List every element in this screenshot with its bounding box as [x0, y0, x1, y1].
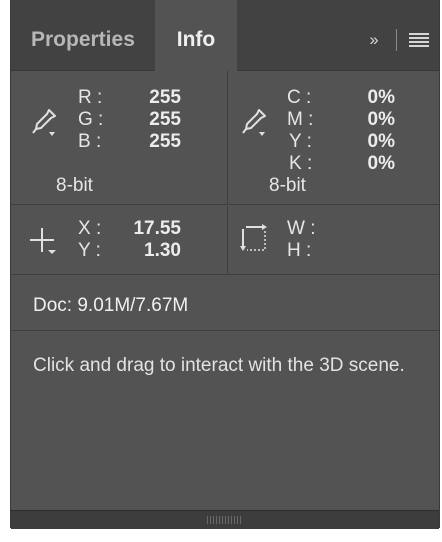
resize-grip-icon[interactable]: [207, 516, 243, 524]
tab-info[interactable]: Info: [155, 0, 237, 71]
position-readout-section: X : Y : 17.55 1.30 W : H :: [11, 206, 439, 274]
h-label: H :: [287, 240, 312, 261]
eyedropper-icon[interactable]: [29, 107, 59, 137]
crosshair-icon[interactable]: [29, 226, 59, 256]
color-readout-section: R : G : B : 255 255 255 8-bit C : M : Y …: [11, 71, 439, 204]
b-value: 255: [149, 131, 181, 152]
document-size: Doc: 9.01M/7.67M: [33, 295, 189, 316]
tool-hint: Click and drag to interact with the 3D s…: [33, 355, 405, 376]
b-label: B :: [78, 131, 102, 152]
toolbar-divider: [396, 29, 397, 51]
k-label: K :: [289, 153, 313, 174]
y-position-value: 1.30: [144, 240, 181, 261]
panel-controls: ››: [362, 28, 429, 52]
column-divider: [227, 206, 228, 274]
divider: [11, 274, 439, 275]
m-value: 0%: [367, 109, 395, 130]
eyedropper-icon-cmyk[interactable]: [239, 107, 269, 137]
k-value: 0%: [367, 153, 395, 174]
x-value: 17.55: [133, 218, 181, 239]
column-divider: [227, 71, 228, 204]
divider: [11, 330, 439, 331]
r-value: 255: [149, 87, 181, 108]
resize-bar[interactable]: [11, 510, 439, 529]
double-chevron-right-icon[interactable]: ››: [362, 30, 384, 50]
r-label: R :: [78, 87, 103, 108]
rgb-bit-depth[interactable]: 8-bit: [56, 175, 93, 197]
g-value: 255: [149, 109, 181, 130]
x-label: X :: [78, 218, 102, 239]
hamburger-menu-icon[interactable]: [409, 33, 429, 47]
m-label: M :: [287, 109, 314, 130]
cmyk-bit-depth[interactable]: 8-bit: [269, 175, 306, 197]
w-label: W :: [287, 218, 316, 239]
y-label: Y :: [289, 131, 312, 152]
selection-size-icon: [240, 224, 267, 251]
tab-properties[interactable]: Properties: [31, 0, 155, 70]
info-panel: Properties Info ›› R : G : B : 255 255 2…: [10, 0, 440, 529]
divider: [11, 204, 439, 205]
y-value: 0%: [367, 131, 395, 152]
g-label: G :: [78, 109, 104, 130]
c-label: C :: [287, 87, 312, 108]
panel-tab-bar: Properties Info ››: [11, 0, 439, 71]
c-value: 0%: [367, 87, 395, 108]
y-position-label: Y :: [78, 240, 101, 261]
